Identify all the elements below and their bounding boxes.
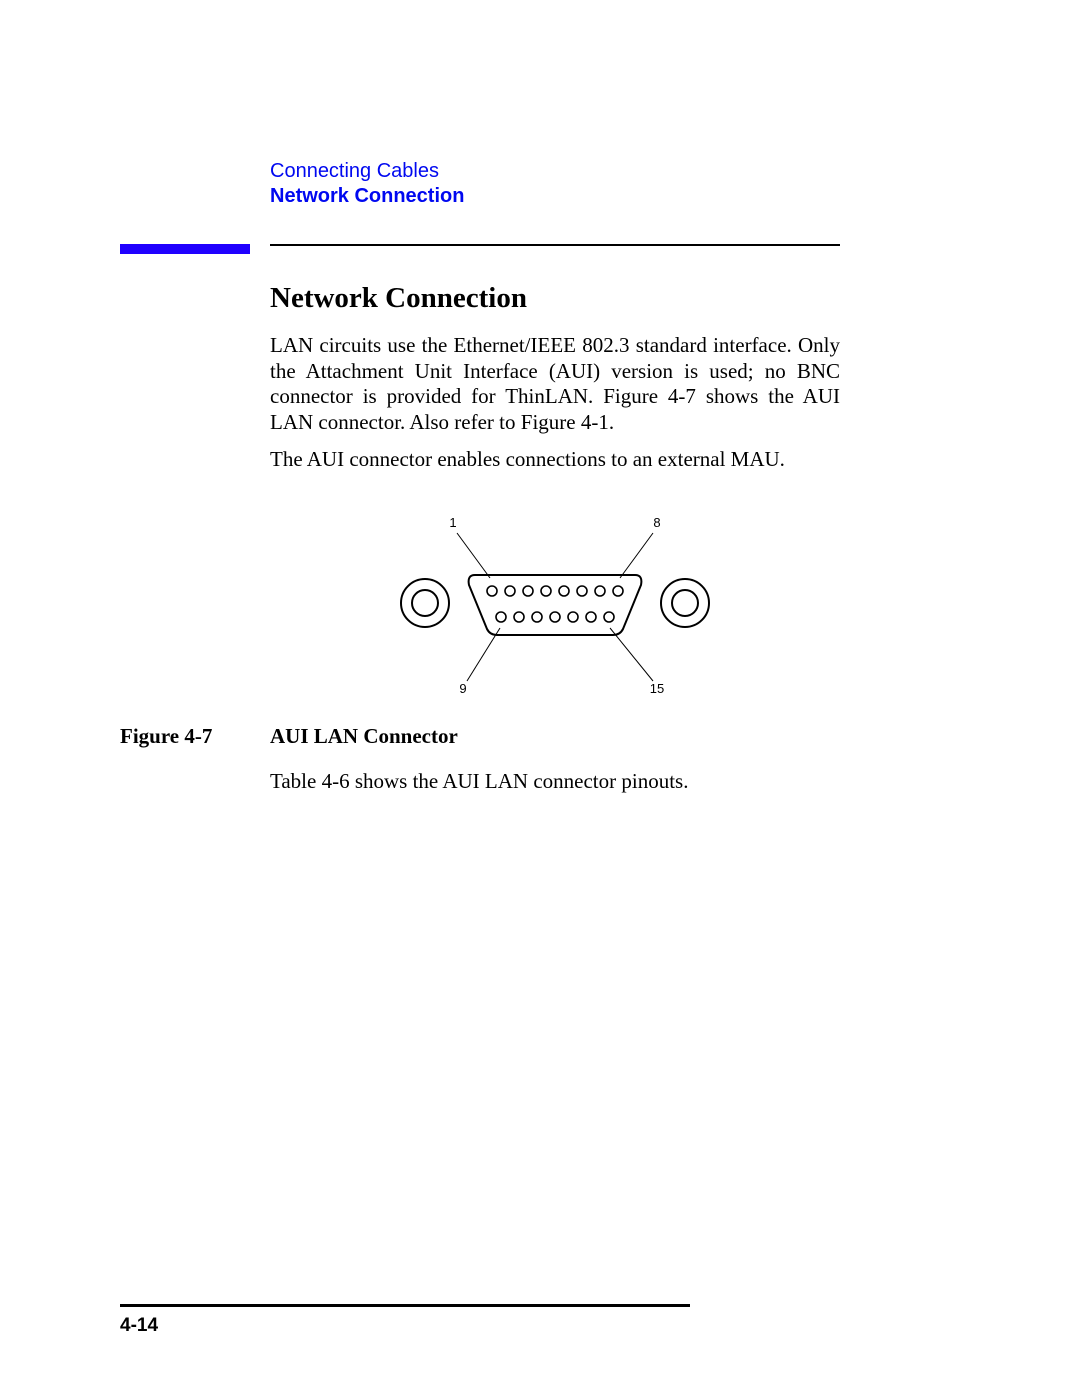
breadcrumb-chapter: Connecting Cables [270,160,960,183]
figure-aui-connector: 1 8 9 15 [270,513,840,698]
body-paragraph: Table 4-6 shows the AUI LAN connector pi… [270,769,960,794]
body-paragraph: The AUI connector enables connections to… [270,447,840,473]
pin-label-9: 9 [459,681,466,693]
pin-label-15: 15 [650,681,664,693]
section-marker [120,244,250,254]
body-paragraph: LAN circuits use the Ethernet/IEEE 802.3… [270,333,840,435]
section-rule [270,244,840,246]
pin-label-1: 1 [449,515,456,530]
page-number: 4-14 [120,1315,960,1337]
pin-label-8: 8 [653,515,660,530]
section-heading: Network Connection [270,282,960,315]
footer-rule [120,1304,690,1307]
figure-title: AUI LAN Connector [270,724,458,749]
figure-number: Figure 4-7 [120,724,270,749]
breadcrumb-section: Network Connection [270,185,960,208]
aui-connector-diagram: 1 8 9 15 [395,513,715,693]
